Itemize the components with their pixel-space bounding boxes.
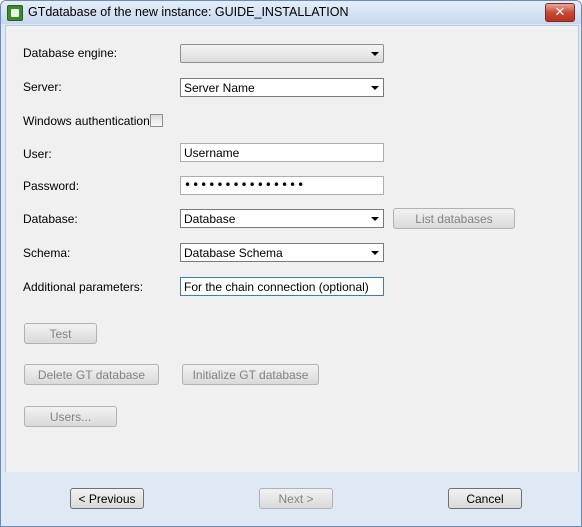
user-label: User: <box>23 147 52 161</box>
database-value: Database <box>184 212 236 226</box>
title-bar[interactable]: GTdatabase of the new instance: GUIDE_IN… <box>1 1 581 24</box>
database-label: Database: <box>23 212 78 226</box>
delete-gt-database-button[interactable]: Delete GT database <box>24 364 159 385</box>
database-engine-label: Database engine: <box>23 46 118 60</box>
test-button[interactable]: Test <box>24 323 97 344</box>
server-select[interactable]: Server Name <box>180 78 384 97</box>
database-select[interactable]: Database <box>180 209 384 228</box>
chevron-down-icon <box>371 52 379 56</box>
password-input[interactable]: ••••••••••••••• <box>180 176 384 195</box>
server-value: Server Name <box>184 81 255 95</box>
password-label: Password: <box>23 179 80 193</box>
chevron-down-icon <box>371 217 379 221</box>
additional-params-input[interactable]: For the chain connection (optional) <box>180 277 384 296</box>
wizard-footer: < Previous Next > Cancel <box>1 472 581 526</box>
window-title: GTdatabase of the new instance: GUIDE_IN… <box>28 5 349 19</box>
chevron-down-icon <box>371 86 379 90</box>
database-engine-select[interactable] <box>180 44 384 63</box>
form-panel: Database engine: Server: Server Name Win… <box>5 25 579 473</box>
schema-select[interactable]: Database Schema <box>180 243 384 262</box>
close-button[interactable]: ✕ <box>545 3 575 22</box>
app-icon <box>7 5 23 21</box>
user-input[interactable]: Username <box>180 143 384 162</box>
next-button[interactable]: Next > <box>259 488 333 509</box>
dialog-window: GTdatabase of the new instance: GUIDE_IN… <box>0 0 582 527</box>
windows-auth-checkbox[interactable] <box>150 114 163 127</box>
windows-auth-label: Windows authentication <box>23 114 150 128</box>
list-databases-button[interactable]: List databases <box>393 208 515 229</box>
previous-button[interactable]: < Previous <box>70 488 144 509</box>
user-value: Username <box>184 146 240 160</box>
server-label: Server: <box>23 80 62 94</box>
password-value: ••••••••••••••• <box>184 178 306 192</box>
additional-params-label: Additional parameters: <box>23 280 144 294</box>
cancel-button[interactable]: Cancel <box>448 488 522 509</box>
schema-value: Database Schema <box>184 246 283 260</box>
schema-label: Schema: <box>23 246 71 260</box>
initialize-gt-database-button[interactable]: Initialize GT database <box>182 364 319 385</box>
chevron-down-icon <box>371 251 379 255</box>
additional-params-value: For the chain connection (optional) <box>184 280 369 294</box>
users-button[interactable]: Users... <box>24 406 117 427</box>
close-icon: ✕ <box>554 5 566 20</box>
